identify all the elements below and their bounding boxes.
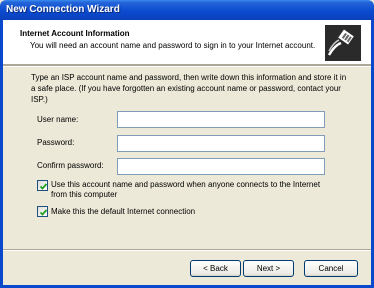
confirm-password-input[interactable] [117, 158, 325, 175]
user-name-label: User name: [37, 115, 79, 124]
cancel-button[interactable]: Cancel [304, 260, 358, 277]
page-title: Internet Account Information [20, 29, 130, 38]
checkmark-icon [39, 183, 48, 190]
use-for-anyone-checkbox[interactable] [37, 180, 48, 191]
default-connection-label[interactable]: Make this the default Internet connectio… [51, 207, 195, 217]
default-connection-checkbox[interactable] [37, 206, 48, 217]
user-name-input[interactable] [117, 111, 325, 128]
title-bar[interactable]: New Connection Wizard [0, 0, 374, 20]
header-divider [3, 64, 371, 67]
password-input[interactable] [117, 135, 325, 152]
page-subtitle: You will need an account name and passwo… [30, 41, 316, 50]
window-title: New Connection Wizard [6, 4, 120, 15]
wizard-header: Internet Account Information You will ne… [3, 20, 371, 64]
use-for-anyone-label[interactable]: Use this account name and password when … [51, 180, 336, 200]
back-button[interactable]: < Back [190, 260, 241, 277]
network-cable-icon [325, 25, 361, 61]
next-button[interactable]: Next > [243, 260, 294, 277]
instructions-text: Type an ISP account name and password, t… [31, 73, 347, 104]
checkmark-icon [39, 209, 48, 216]
password-label: Password: [37, 138, 75, 147]
footer-divider [3, 249, 371, 251]
confirm-password-label: Confirm password: [37, 161, 104, 170]
